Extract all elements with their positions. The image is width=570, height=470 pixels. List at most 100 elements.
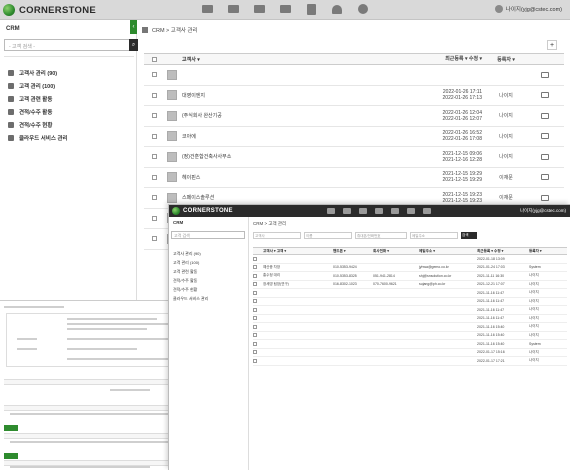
column-header[interactable]: 고객사 ▾ 고객 ▾ (263, 249, 333, 254)
filter-name-input[interactable]: 이름 (304, 232, 352, 239)
sidebar-item-activity[interactable]: 고객 관련 활동 (8, 92, 68, 105)
company-name[interactable]: 헤이핀스 (180, 174, 406, 181)
row-checkbox[interactable] (151, 92, 157, 98)
column-header[interactable]: 회사전화 ▾ (373, 249, 419, 254)
folder-icon[interactable] (541, 92, 549, 99)
row-checkbox[interactable] (151, 154, 157, 160)
table-row[interactable]: 장세영 팀장(연구) 016-8302-1023 070-7600-9621 suja… (253, 281, 567, 289)
email[interactable]: shj@snsolution.co.kr (419, 274, 477, 278)
user-menu[interactable]: 나이지(yjg@cstec.com) (494, 5, 562, 13)
table-row[interactable]: 대영이엔지 2022-01-26 17:11 2022-01-26 17:13 나이지 (144, 86, 564, 106)
building-icon[interactable] (359, 208, 367, 214)
row-checkbox[interactable] (151, 113, 157, 119)
table-row[interactable]: 2021-11-16 11:47 나이지 (253, 289, 567, 298)
table-row[interactable]: (주식회사 완산기공 2022-01-26 12:04 2022-01-26 12:… (144, 106, 564, 127)
folder-icon[interactable] (541, 153, 549, 160)
row-checkbox[interactable] (253, 358, 257, 363)
company-name[interactable]: (주식회사 완산기공 (180, 112, 406, 119)
sidebar-collapse-button[interactable]: ‹ (130, 20, 137, 34)
folder-icon[interactable] (541, 112, 549, 119)
customer-name[interactable]: 홍수정 대리 (263, 273, 333, 278)
sidebar-item-customer[interactable]: 고객 관리 (100) (173, 260, 208, 269)
row-checkbox[interactable] (253, 333, 257, 338)
sidebar-item-activity[interactable]: 고객 관련 활동 (173, 269, 208, 278)
row-checkbox[interactable] (151, 72, 157, 78)
table-row[interactable] (144, 65, 564, 86)
email[interactable]: jyhwa@gemo.co.kr (419, 265, 477, 269)
bell-icon[interactable] (407, 208, 415, 214)
sidebar-item-quote-activity[interactable]: 견적/수주 활동 (173, 278, 208, 287)
sidebar-item-cloud[interactable]: 클라우드 서비스 관리 (173, 296, 208, 305)
company-name[interactable]: 코아에 (180, 133, 406, 140)
folder-icon[interactable] (541, 174, 549, 181)
brand-logo[interactable]: CORNERSTONE (3, 4, 96, 16)
column-header[interactable]: 최근등록 ▾ 수정 ▾ (477, 249, 529, 254)
film-icon[interactable] (226, 3, 240, 15)
customer-search-input[interactable]: - 고객 검색 - (4, 39, 130, 51)
company-name[interactable]: (정)건훈합건축사사무소 (180, 153, 406, 160)
briefcase-icon[interactable] (278, 3, 292, 15)
folder-icon[interactable] (541, 71, 549, 78)
gear-icon[interactable] (356, 3, 370, 15)
table-row[interactable]: 2022-01-17 15:16 나이지 (253, 349, 567, 357)
sidebar-item-company[interactable]: 고객사 관리 (90) (8, 66, 68, 79)
sidebar-item-quote-activity[interactable]: 견적/수주 활동 (8, 105, 68, 118)
row-checkbox[interactable] (253, 265, 257, 270)
table-row[interactable]: 코아에 2022-01-26 16:52 2022-01-26 17:08 나이지 (144, 127, 564, 147)
company-name[interactable]: 대영이엔지 (180, 92, 406, 99)
search-button[interactable]: 검색 (461, 232, 477, 239)
table-row[interactable]: 예산종 차장 010-5353-9424 jyhwa@gemo.co.kr 2021-… (253, 264, 567, 272)
row-checkbox[interactable] (253, 341, 257, 346)
row-checkbox[interactable] (151, 215, 157, 221)
table-row[interactable]: 2022-01-18 13:09 (253, 255, 567, 264)
row-checkbox[interactable] (253, 350, 257, 355)
folder-icon[interactable] (541, 194, 549, 201)
table-row[interactable]: 헤이핀스 2021-12-15 19:29 2021-12-15 19:29 이재문 (144, 168, 564, 188)
add-company-button[interactable]: + (547, 40, 557, 50)
bell-icon[interactable] (330, 3, 344, 15)
column-header[interactable]: 등록자 ▾ (529, 249, 567, 254)
row-checkbox[interactable] (253, 316, 257, 321)
calendar-icon[interactable] (327, 208, 335, 214)
row-checkbox[interactable] (151, 174, 157, 180)
gear-icon[interactable] (423, 208, 431, 214)
company-name[interactable]: 스페이스솔루션 (180, 194, 406, 201)
briefcase-icon[interactable] (375, 208, 383, 214)
sidebar-item-customer[interactable]: 고객 관리 (100) (8, 79, 68, 92)
filter-phone-input[interactable]: 휴대폰/전화번호 (355, 232, 407, 239)
column-header-registrant[interactable]: 등록자 ▾ (486, 56, 526, 63)
calendar-icon[interactable] (200, 3, 214, 15)
building-icon[interactable] (252, 3, 266, 15)
search-button[interactable]: ⌕ (129, 39, 138, 51)
row-checkbox[interactable] (253, 290, 257, 295)
table-row[interactable]: 2021-11-16 11:47 나이지 (253, 315, 567, 323)
column-header[interactable]: 핸드폰 ▾ (333, 249, 373, 254)
row-checkbox[interactable] (151, 133, 157, 139)
sidebar-item-cloud[interactable]: 클라우드 서비스 관리 (8, 131, 68, 144)
row-checkbox[interactable] (253, 273, 257, 278)
customer-name[interactable]: 예산종 차장 (263, 265, 333, 270)
email[interactable]: sujang@ph.co.kr (419, 282, 477, 286)
table-row[interactable]: 2021-11-16 15:40 나이지 (253, 323, 567, 332)
folder-icon[interactable] (541, 133, 549, 140)
home-icon[interactable] (142, 27, 148, 33)
row-checkbox[interactable] (253, 282, 257, 287)
sidebar-item-quote-status[interactable]: 견적/수주 현황 (173, 287, 208, 296)
column-header[interactable]: 메일주소 ▾ (419, 249, 477, 254)
document-icon[interactable] (304, 3, 318, 15)
table-row[interactable]: 2021-11-16 15:40 나이지 (253, 332, 567, 340)
table-row[interactable]: 2021-11-16 15:40 System (253, 340, 567, 349)
column-header-company[interactable]: 고객사 ▾ (180, 56, 406, 63)
row-checkbox[interactable] (253, 256, 257, 261)
customer-name[interactable]: 장세영 팀장(연구) (263, 282, 333, 287)
table-row[interactable]: (정)건훈합건축사사무소 2021-12-15 09:06 2021-12-16 1… (144, 147, 564, 168)
table-row[interactable]: 홍수정 대리 010-5353-8325 051-941-2814 shj@snsol… (253, 272, 567, 281)
customer-search-input[interactable]: 고객 검색 (171, 231, 245, 239)
sidebar-item-quote-status[interactable]: 견적/수주 현황 (8, 118, 68, 131)
sidebar-item-company[interactable]: 고객사 관리 (90) (173, 251, 208, 260)
brand-logo[interactable]: CORNERSTONE (172, 207, 233, 215)
filter-company-input[interactable]: 고객사 (253, 232, 301, 239)
document-icon[interactable] (391, 208, 399, 214)
row-checkbox[interactable] (151, 236, 157, 242)
row-checkbox[interactable] (151, 195, 157, 201)
